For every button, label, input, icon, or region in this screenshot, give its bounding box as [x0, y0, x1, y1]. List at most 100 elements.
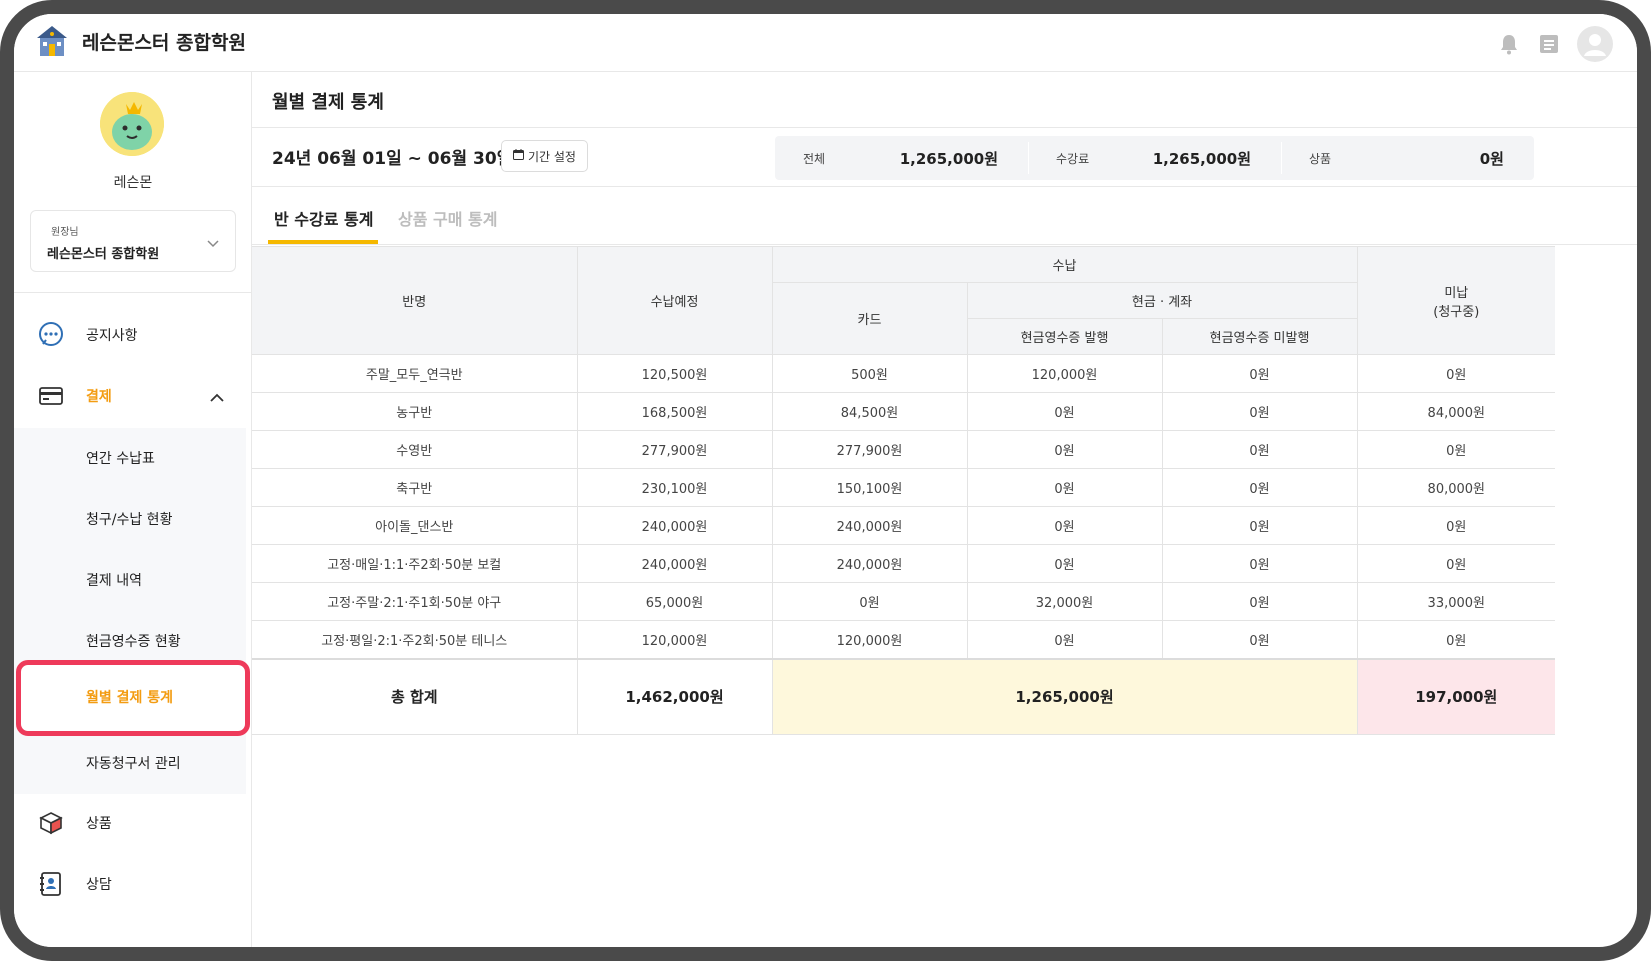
- chevron-down-icon: [207, 233, 219, 252]
- table-footer: 총 합계 1,462,000원 1,265,000원 197,000원: [252, 657, 1556, 735]
- col-header-cash-account: 현금 · 계좌: [966, 282, 1358, 319]
- table-cell: 0원: [771, 582, 968, 621]
- sidebar-item-consult[interactable]: 상담: [14, 855, 252, 911]
- sidebar-item-payment[interactable]: 결제: [14, 367, 252, 423]
- divider: [252, 244, 1637, 245]
- credit-card-icon: [38, 383, 64, 409]
- total-unpaid: 197,000원: [1356, 657, 1556, 735]
- col-header-card: 카드: [772, 282, 968, 355]
- table-cell: 0원: [1161, 392, 1358, 431]
- total-row: 총 합계 1,462,000원 1,265,000원 197,000원: [252, 657, 1556, 735]
- summary-product: 상품 0원: [1281, 136, 1534, 180]
- summary-value: 1,265,000원: [1152, 150, 1251, 168]
- sidebar-divider: [14, 292, 252, 293]
- sidebar-item-notice[interactable]: 공지사항: [14, 306, 252, 362]
- bell-icon[interactable]: [1497, 32, 1521, 56]
- submenu-auto-invoice[interactable]: 자동청구서 관리: [14, 733, 246, 794]
- document-icon[interactable]: [1537, 32, 1561, 56]
- col-header-receipt-not-issued: 현금영수증 미발행: [1161, 318, 1358, 355]
- page-title: 월별 결제 통계: [272, 92, 384, 113]
- table-cell: 주말_모두_연극반: [252, 354, 578, 393]
- summary-tuition: 수강료 1,265,000원: [1028, 136, 1281, 180]
- submenu-payment-history[interactable]: 결제 내역: [14, 550, 246, 611]
- table-cell: 84,500원: [771, 392, 968, 431]
- submenu-label: 월별 결제 통계: [86, 690, 174, 706]
- table-cell: 230,100원: [576, 468, 773, 507]
- table-cell: 240,000원: [771, 506, 968, 545]
- school-logo-icon[interactable]: [34, 24, 70, 60]
- summary-label: 상품: [1309, 152, 1332, 166]
- calendar-icon: [513, 149, 524, 163]
- table-cell: 277,900원: [576, 430, 773, 469]
- table-cell: 0원: [1356, 620, 1556, 659]
- table-row: 고정·평일·2:1·주2회·50분 테니스 120,000원 120,000원 0원 0…: [252, 620, 1556, 659]
- table-cell: 0원: [1161, 430, 1358, 469]
- table-cell: 0원: [1161, 582, 1358, 621]
- tab-class-tuition-stats[interactable]: 반 수강료 통계: [274, 206, 373, 230]
- table-cell: 아이돌_댄스반: [252, 506, 578, 545]
- sidebar: 레슨몬 원장님 레슨몬스터 종합학원 공지사항 결제 연간 수납표 청구/수납 …: [14, 72, 252, 947]
- chevron-up-icon[interactable]: [210, 387, 224, 406]
- submenu-annual-payment[interactable]: 연간 수납표: [14, 428, 246, 489]
- table-cell: 0원: [966, 506, 1163, 545]
- table-cell: 0원: [1356, 430, 1556, 469]
- table-cell: 240,000원: [771, 544, 968, 583]
- table-cell: 0원: [1161, 354, 1358, 393]
- table-row: 농구반 168,500원 84,500원 0원 0원 84,000원: [252, 392, 1556, 431]
- col-header-receipt-issued: 현금영수증 발행: [967, 318, 1163, 355]
- summary-label: 수강료: [1056, 152, 1090, 166]
- academy-name: 레슨몬스터 종합학원: [47, 247, 160, 262]
- profile-icon[interactable]: [1577, 26, 1613, 62]
- summary-label: 전체: [803, 152, 826, 166]
- user-name: 레슨몬: [113, 175, 153, 191]
- tab-product-purchase-stats[interactable]: 상품 구매 통계: [398, 206, 497, 230]
- col-header-class: 반명: [252, 246, 578, 355]
- summary-value: 0원: [1479, 150, 1504, 168]
- table-cell: 500원: [771, 354, 968, 393]
- submenu-label: 연간 수납표: [86, 451, 155, 467]
- payment-stats-table: 반명 수납예정 수납 미납 (청구중) 카드 현금 · 계좌 현금영수증 발행 …: [252, 246, 1556, 735]
- col-header-unpaid: 미납 (청구중): [1356, 246, 1556, 355]
- sidebar-item-label: 결제: [86, 389, 112, 405]
- submenu-monthly-stats[interactable]: 월별 결제 통계: [16, 660, 250, 736]
- date-range: 24년 06월 01일 ~ 06월 30일: [272, 149, 513, 169]
- main-content: 월별 결제 통계 24년 06월 01일 ~ 06월 30일 기간 설정 전체 …: [252, 72, 1637, 947]
- table-cell: 32,000원: [966, 582, 1163, 621]
- payment-summary: 전체 1,265,000원 수강료 1,265,000원 상품 0원: [775, 136, 1534, 180]
- table-cell: 0원: [1161, 468, 1358, 507]
- submenu-billing-status[interactable]: 청구/수납 현황: [14, 489, 246, 550]
- table-cell: 0원: [1356, 544, 1556, 583]
- table-cell: 0원: [966, 620, 1163, 659]
- submenu-label: 결제 내역: [86, 573, 142, 589]
- submenu-label: 청구/수납 현황: [86, 512, 173, 528]
- unpaid-header-line1: 미납: [1444, 285, 1469, 301]
- table-cell: 33,000원: [1356, 582, 1556, 621]
- divider: [252, 186, 1637, 187]
- academy-selector[interactable]: 원장님 레슨몬스터 종합학원: [30, 210, 236, 272]
- table-cell: 농구반: [252, 392, 578, 431]
- sidebar-item-product[interactable]: 상품: [14, 794, 252, 850]
- contact-book-icon: [38, 871, 64, 897]
- header-actions: [1497, 26, 1613, 62]
- table-cell: 168,500원: [576, 392, 773, 431]
- table-cell: 축구반: [252, 468, 578, 507]
- total-label: 총 합계: [252, 657, 578, 735]
- academy-role: 원장님: [51, 227, 79, 238]
- table-cell: 120,000원: [576, 620, 773, 659]
- table-cell: 120,500원: [576, 354, 773, 393]
- app-frame: 레슨몬스터 종합학원 레슨몬 원장님 레슨몬스터 종합학원 공지사항 결제 연간…: [0, 0, 1651, 961]
- sidebar-item-label: 공지사항: [86, 328, 138, 344]
- sidebar-item-label: 상품: [86, 816, 112, 832]
- col-header-expected: 수납예정: [576, 246, 773, 355]
- table-row: 축구반 230,100원 150,100원 0원 0원 80,000원: [252, 468, 1556, 507]
- total-expected: 1,462,000원: [576, 657, 773, 735]
- table-cell: 0원: [966, 544, 1163, 583]
- brand-name[interactable]: 레슨몬스터 종합학원: [82, 28, 246, 55]
- table-cell: 0원: [1356, 506, 1556, 545]
- period-setting-button[interactable]: 기간 설정: [501, 140, 588, 172]
- top-header: 레슨몬스터 종합학원: [14, 14, 1637, 72]
- user-avatar[interactable]: [100, 92, 164, 156]
- table-row: 아이돌_댄스반 240,000원 240,000원 0원 0원 0원: [252, 506, 1556, 545]
- table-cell: 고정·매일·1:1·주2회·50분 보컬: [252, 544, 578, 583]
- table-cell: 80,000원: [1356, 468, 1556, 507]
